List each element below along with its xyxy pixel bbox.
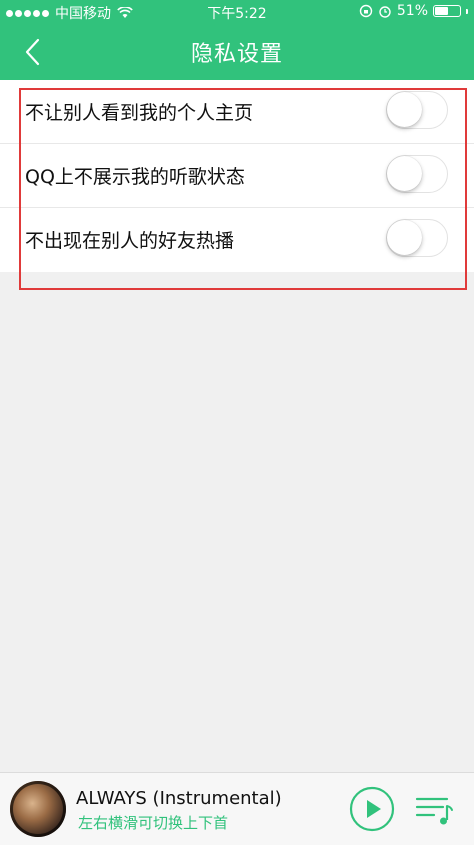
playlist-icon[interactable] (414, 793, 454, 827)
setting-row-hide-listening-status: QQ上不展示我的听歌状态 (0, 144, 474, 208)
swipe-hint: 左右横滑可切换上下首 (78, 814, 229, 832)
play-button[interactable] (349, 786, 395, 832)
rotation-lock-icon (359, 4, 373, 18)
song-title: ALWAYS (Instrumental) (76, 788, 282, 809)
status-right: 51% (359, 3, 468, 19)
setting-label: QQ上不展示我的听歌状态 (25, 166, 245, 188)
mini-player[interactable]: ALWAYS (Instrumental) 左右横滑可切换上下首 (0, 772, 474, 845)
setting-row-hide-from-friends-hot: 不出现在别人的好友热播 (0, 208, 474, 272)
setting-label: 不出现在别人的好友热播 (25, 230, 235, 252)
setting-label: 不让别人看到我的个人主页 (25, 102, 254, 124)
battery-percent: 51% (396, 3, 428, 19)
header-bar: 中国移动 下午5:22 51% 隐私设置 (0, 0, 474, 80)
hide-from-friends-hot-toggle[interactable] (386, 219, 448, 257)
page-title: 隐私设置 (190, 42, 283, 67)
setting-row-hide-homepage: 不让别人看到我的个人主页 (0, 80, 474, 144)
battery-icon (433, 5, 461, 17)
navigation-bar: 隐私设置 (0, 24, 474, 80)
alarm-icon (379, 6, 391, 18)
status-bar: 中国移动 下午5:22 51% (0, 0, 474, 24)
hide-listening-status-toggle[interactable] (386, 155, 448, 193)
privacy-settings-list: 不让别人看到我的个人主页 QQ上不展示我的听歌状态 不出现在别人的好友热播 (0, 80, 474, 272)
hide-homepage-toggle[interactable] (386, 91, 448, 129)
